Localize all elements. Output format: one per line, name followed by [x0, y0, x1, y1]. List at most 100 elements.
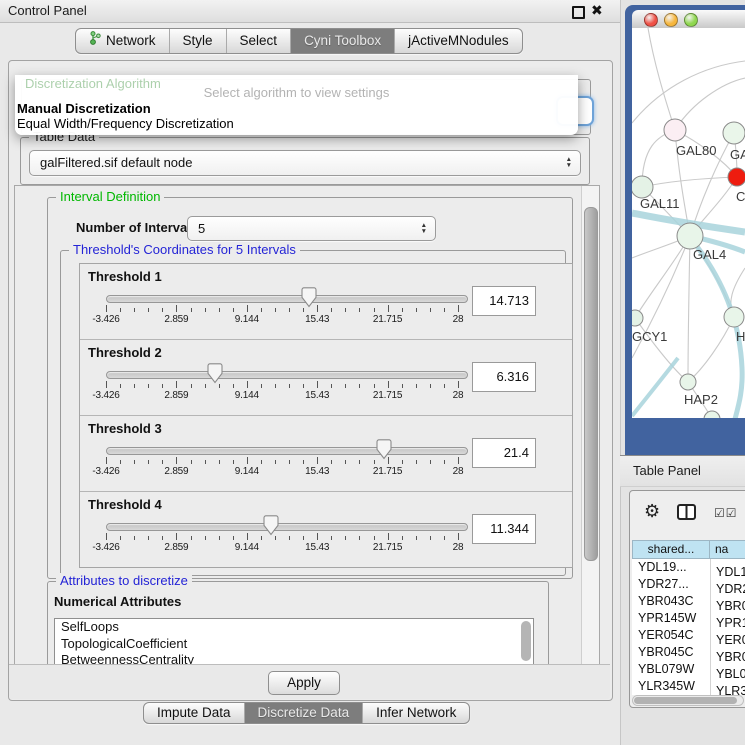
tick-mark [303, 460, 304, 464]
apply-button[interactable]: Apply [268, 671, 340, 695]
threshold-slider-track[interactable] [106, 447, 468, 455]
table-horizontal-scrollbar[interactable] [632, 695, 744, 706]
threshold-value-field[interactable]: 14.713 [472, 286, 536, 316]
network-node-h[interactable] [724, 307, 744, 327]
threshold-value-field[interactable]: 21.4 [472, 438, 536, 468]
tick-label: 9.144 [235, 390, 259, 401]
close-icon[interactable]: ✖ [591, 2, 603, 19]
network-edge [635, 236, 690, 318]
tick-mark [289, 308, 290, 312]
tick-mark [331, 536, 332, 540]
network-node-c[interactable] [728, 168, 745, 186]
network-node-gal4[interactable] [677, 223, 703, 249]
algorithm-dropdown-popup: Discretization Algorithm Select algorith… [15, 75, 578, 135]
table-row[interactable]: YBR043CYBR0 [632, 593, 745, 610]
tick-label: 28 [453, 466, 464, 477]
threshold-row-2: Threshold 2-3.4262.8599.14415.4321.71528… [80, 340, 572, 416]
threshold-slider-thumb[interactable] [376, 439, 392, 463]
attributes-group: Attributes to discretize Numerical Attri… [47, 581, 549, 665]
network-edge [648, 28, 675, 130]
tick-label: 2.859 [164, 466, 188, 477]
numerical-attributes-list[interactable]: SelfLoopsTopologicalCoefficientBetweenne… [54, 618, 534, 665]
tick-mark [176, 305, 177, 312]
table-row[interactable]: YER054CYER0 [632, 627, 745, 644]
tick-mark [233, 460, 234, 464]
table-row[interactable]: YDL19...YDL1 [632, 559, 745, 576]
attribute-item[interactable]: SelfLoops [55, 619, 533, 636]
tick-mark [162, 460, 163, 464]
number-of-intervals-combobox[interactable]: 5 ▲▼ [187, 216, 436, 241]
threshold-value-field[interactable]: 11.344 [472, 514, 536, 544]
tick-mark [416, 308, 417, 312]
table-row[interactable]: YBR045CYBR0 [632, 644, 745, 661]
tick-mark [275, 308, 276, 312]
threshold-slider-track[interactable] [106, 295, 468, 303]
tick-mark [261, 460, 262, 464]
attributes-scrollbar[interactable] [521, 621, 531, 661]
tick-mark [374, 308, 375, 312]
table-rows[interactable]: YDL19...YDL1YDR27...YDR2YBR043CYBR0YPR14… [632, 559, 745, 695]
tab-network[interactable]: Network [76, 29, 170, 53]
algorithm-option-manual-discretization[interactable]: Manual Discretization [17, 101, 151, 116]
network-edge [688, 317, 734, 382]
scrollbar-thumb[interactable] [584, 207, 598, 561]
zoom-traffic-light[interactable] [684, 13, 698, 27]
tab-style[interactable]: Style [170, 29, 227, 53]
table-row[interactable]: YLR345WYLR3 [632, 678, 745, 695]
settings-vertical-scrollbar[interactable] [581, 186, 599, 665]
checkboxes-icon[interactable]: ☑☑ [714, 506, 738, 520]
threshold-value-field[interactable]: 6.316 [472, 362, 536, 392]
table-data-combobox[interactable]: galFiltered.sif default node ▲▼ [29, 150, 581, 176]
table-row[interactable]: YDR27...YDR2 [632, 576, 745, 593]
tick-mark [345, 308, 346, 312]
node-label: HAP2 [684, 392, 718, 407]
tick-mark [458, 457, 459, 464]
threshold-slider-thumb[interactable] [207, 363, 223, 387]
float-window-icon[interactable] [572, 6, 585, 19]
tick-mark [458, 305, 459, 312]
tick-mark [388, 305, 389, 312]
threshold-slider-thumb[interactable] [301, 287, 317, 311]
network-node-ga[interactable] [723, 122, 745, 144]
tick-label: 28 [453, 390, 464, 401]
threshold-row-1: Threshold 1-3.4262.8599.14415.4321.71528… [80, 264, 572, 340]
network-canvas[interactable]: GAL80GACGAL11GAL4GCY1HHAP2 [632, 28, 745, 418]
tick-mark [317, 381, 318, 388]
columns-icon[interactable] [677, 504, 696, 523]
gear-icon[interactable]: ⚙ [644, 501, 660, 522]
tick-mark [289, 384, 290, 388]
tab-jactivemnodules[interactable]: jActiveMNodules [395, 29, 522, 53]
tick-mark [430, 384, 431, 388]
threshold-slider-track[interactable] [106, 523, 468, 531]
column-header-shared-name[interactable]: shared... [632, 540, 710, 559]
attribute-item[interactable]: TopologicalCoefficient [55, 636, 533, 653]
tab-select[interactable]: Select [227, 29, 292, 53]
tab-infer-network[interactable]: Infer Network [363, 703, 469, 723]
network-node-gal80[interactable] [664, 119, 686, 141]
tick-mark [148, 536, 149, 540]
network-node-gcy1[interactable] [632, 310, 643, 326]
table-row[interactable]: YBL079WYBL0 [632, 661, 745, 678]
minimize-traffic-light[interactable] [664, 13, 678, 27]
network-edge [642, 177, 737, 187]
network-node[interactable] [704, 411, 720, 418]
network-edge [632, 61, 745, 123]
column-header-name[interactable]: na [709, 540, 745, 559]
close-traffic-light[interactable] [644, 13, 658, 27]
table-row[interactable]: YPR145WYPR1 [632, 610, 745, 627]
tab-cyni-toolbox[interactable]: Cyni Toolbox [291, 29, 395, 53]
network-node-gal11[interactable] [632, 176, 653, 198]
tick-mark [388, 381, 389, 388]
tick-mark [191, 308, 192, 312]
threshold-slider-track[interactable] [106, 371, 468, 379]
tick-label: 21.715 [373, 314, 402, 325]
scrollbar-thumb[interactable] [634, 697, 737, 704]
tab-discretize-data[interactable]: Discretize Data [245, 703, 364, 723]
algorithm-option-equal-width-frequency-discretization[interactable]: Equal Width/Frequency Discretization [17, 116, 234, 131]
network-node-hap2[interactable] [680, 374, 696, 390]
settings-scroll-content: Interval Definition Number of Intervals … [15, 186, 581, 665]
threshold-slider-thumb[interactable] [263, 515, 279, 539]
tab-impute-data[interactable]: Impute Data [144, 703, 245, 723]
number-of-intervals-label: Number of Intervals [76, 220, 198, 235]
tick-mark [345, 384, 346, 388]
